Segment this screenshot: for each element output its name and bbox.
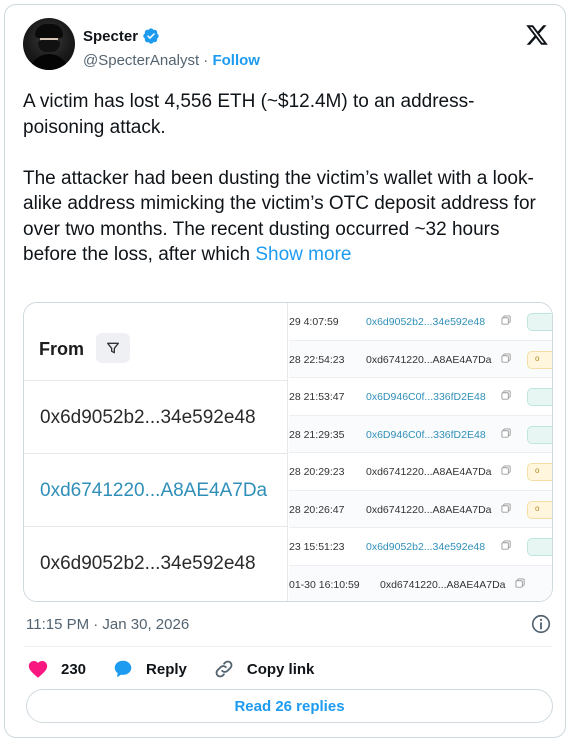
- tx-time: 28 22:54:23: [289, 353, 345, 366]
- from-label: From: [39, 339, 84, 359]
- copy-icon: [515, 577, 525, 588]
- tx-time: 29 4:07:59: [289, 316, 339, 328]
- reply-label: Reply: [146, 660, 187, 678]
- tx-address: 0x6d9052b2...34e592e48: [366, 316, 486, 328]
- x-logo-icon[interactable]: [525, 23, 549, 47]
- from-address: 0x6d9052b2...34e592e48: [40, 553, 256, 574]
- tx-row: 01-30 16:10:59 0xd6741220...A8AE4A7Da: [289, 565, 552, 601]
- divider: [23, 646, 553, 647]
- from-address: 0xd6741220...A8AE4A7Da: [40, 479, 268, 501]
- like-count: 230: [61, 660, 87, 678]
- tx-tag: o: [527, 463, 552, 481]
- tx-table: 29 4:07:59 0x6d9052b2...34e592e48 28 22:…: [289, 303, 552, 601]
- tx-row: 28 20:26:47 0xd6741220...A8AE4A7Da o: [289, 490, 552, 528]
- tx-address: 0xd6741220...A8AE4A7Da: [380, 578, 506, 591]
- tx-row: 23 15:51:23 0x6d9052b2...34e592e48: [289, 528, 552, 566]
- tx-tag: [527, 313, 552, 331]
- tweet-text: A victim has lost 4,556 ETH (~$12.4M) to…: [23, 89, 553, 268]
- tx-time: 28 20:29:23: [289, 466, 345, 478]
- from-row: 0xd6741220...A8AE4A7Da: [24, 455, 288, 527]
- from-column: From 0x6d9052b2...34e592e48 0xd6741220..…: [24, 303, 288, 601]
- tx-row: 29 4:07:59 0x6d9052b2...34e592e48: [289, 303, 552, 341]
- tx-tag-text: o: [535, 503, 540, 513]
- tx-tag-text: o: [535, 466, 540, 475]
- from-row: 0x6d9052b2...34e592e48: [24, 528, 288, 600]
- tweet-body: A victim has lost 4,556 ETH (~$12.4M) to…: [23, 91, 536, 265]
- tx-address: 0x6D946C0f...336fD2E48: [366, 428, 486, 441]
- copy-icon: [501, 465, 511, 475]
- copy-icon: [501, 540, 511, 550]
- copy-icon: [501, 315, 511, 325]
- author-avatar[interactable]: [23, 18, 75, 70]
- tweet-card[interactable]: Specter @SpecterAnalyst · Follow A victi…: [4, 4, 566, 738]
- info-icon[interactable]: [530, 613, 552, 635]
- tx-address: 0xd6741220...A8AE4A7Da: [366, 503, 492, 516]
- tx-time: 23 15:51:23: [289, 541, 345, 553]
- follow-button[interactable]: Follow: [212, 52, 260, 69]
- tx-tag: [527, 538, 552, 556]
- author-name[interactable]: Specter: [83, 28, 138, 45]
- copy-icon: [501, 427, 511, 438]
- tx-time: 28 21:29:35: [289, 428, 345, 441]
- filter-icon: [96, 333, 130, 363]
- tx-time: 01-30 16:10:59: [289, 578, 360, 591]
- tweet-media-image[interactable]: From 0x6d9052b2...34e592e48 0xd6741220..…: [23, 302, 553, 602]
- from-address: 0x6d9052b2...34e592e48: [40, 406, 256, 428]
- avatar-body: [29, 54, 69, 70]
- tx-address: 0x6d9052b2...34e592e48: [366, 541, 486, 553]
- tx-address: 0xd6741220...A8AE4A7Da: [366, 353, 492, 366]
- from-row: 0x6d9052b2...34e592e48: [24, 382, 288, 454]
- verified-badge-icon: [143, 28, 159, 44]
- tx-address: 0x6D946C0f...336fD2E48: [366, 391, 486, 403]
- action-bar: 230 Reply Copy link: [27, 657, 340, 681]
- tx-tag-text: o: [535, 353, 540, 363]
- author-handle[interactable]: @SpecterAnalyst: [83, 52, 199, 69]
- read-replies-button[interactable]: Read 26 replies: [26, 689, 553, 723]
- copy-icon: [501, 502, 511, 513]
- tx-time: 28 20:26:47: [289, 503, 345, 516]
- avatar-mask: [38, 40, 60, 52]
- tx-time: 28 21:53:47: [289, 391, 345, 403]
- author-name-row[interactable]: Specter: [83, 27, 160, 45]
- show-more-link[interactable]: Show more: [255, 244, 351, 265]
- handle-row: @SpecterAnalyst · Follow: [83, 52, 260, 69]
- tx-row: 28 22:54:23 0xd6741220...A8AE4A7Da o: [289, 340, 552, 378]
- tx-address: 0xd6741220...A8AE4A7Da: [366, 466, 492, 478]
- tx-tag: o: [527, 500, 552, 519]
- from-header: From: [24, 303, 288, 381]
- link-icon: [215, 660, 233, 678]
- tx-tag: o: [527, 350, 552, 369]
- like-button[interactable]: 230: [27, 658, 86, 680]
- tx-tag: [527, 388, 552, 406]
- reply-bubble-icon: [114, 660, 132, 678]
- tx-row: 28 21:29:35 0x6D946C0f...336fD2E48: [289, 415, 552, 453]
- tweet-timestamp[interactable]: 11:15 PM · Jan 30, 2026: [26, 616, 189, 633]
- reply-button[interactable]: Reply: [112, 658, 187, 680]
- tx-row: 28 20:29:23 0xd6741220...A8AE4A7Da o: [289, 453, 552, 491]
- tx-row: 28 21:53:47 0x6D946C0f...336fD2E48: [289, 378, 552, 416]
- heart-icon: [28, 661, 48, 678]
- copy-link-button[interactable]: Copy link: [213, 658, 315, 680]
- copy-icon: [501, 352, 511, 363]
- handle-separator: ·: [199, 52, 213, 69]
- copy-link-label: Copy link: [246, 660, 315, 678]
- avatar-hair: [35, 24, 63, 38]
- tx-tag: [527, 425, 552, 444]
- copy-icon: [501, 390, 511, 400]
